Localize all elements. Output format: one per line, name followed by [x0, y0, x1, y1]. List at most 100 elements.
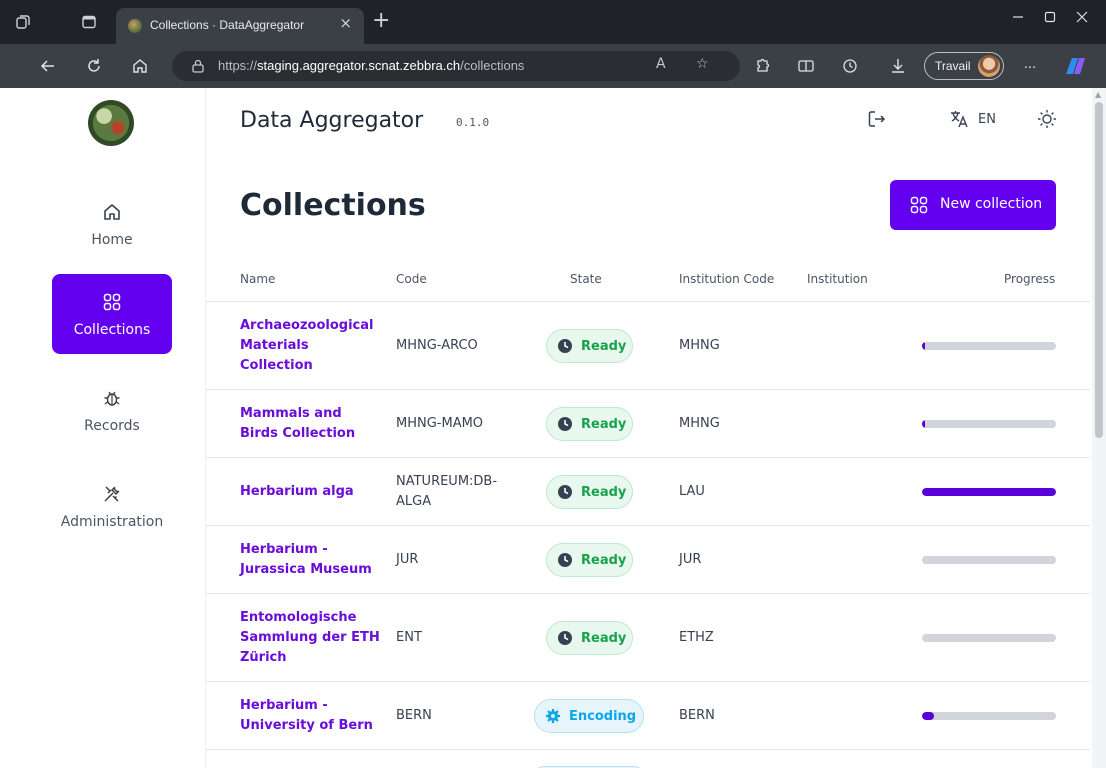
status-badge: Ready — [546, 329, 633, 363]
new-tab-button[interactable]: + — [372, 10, 390, 32]
sidebar: Home Collections Records Administration — [0, 88, 206, 768]
table-row[interactable]: Archaeozoological Materials Collection M… — [206, 302, 1090, 390]
url-text: https://staging.aggregator.scnat.zebbra.… — [218, 58, 525, 73]
collection-name-link[interactable]: Herbarium - Jurassica Museum — [240, 540, 380, 580]
back-icon[interactable] — [38, 56, 58, 76]
extensions-icon[interactable] — [752, 56, 772, 76]
institution-code: ETHZ — [679, 630, 714, 645]
institution-code: MHNG — [679, 416, 720, 431]
gear-icon — [546, 709, 560, 723]
progress-fill — [922, 420, 925, 428]
bug-icon — [104, 391, 120, 406]
column-header-institution[interactable]: Institution — [807, 272, 868, 286]
collection-code: MHNG-ARCO — [396, 338, 478, 353]
tools-icon — [104, 486, 120, 502]
progress-fill — [922, 342, 925, 350]
profile-label: Travail — [935, 59, 971, 73]
table-row[interactable]: Mammals and Birds Collection MHNG-MAMO R… — [206, 390, 1090, 458]
progress-bar — [922, 634, 1056, 642]
app-logo[interactable] — [88, 100, 134, 146]
favorite-star-icon[interactable]: ☆ — [696, 57, 709, 71]
institution-code: BERN — [679, 708, 715, 723]
sidebar-item-home[interactable]: Home — [52, 184, 172, 264]
status-badge: Ready — [546, 543, 633, 577]
page-title: Collections — [240, 188, 426, 223]
read-aloud-icon[interactable]: A — [656, 57, 666, 71]
grid-icon — [910, 196, 928, 214]
tab-title: Collections · DataAggregator — [150, 18, 305, 32]
progress-bar — [922, 556, 1056, 564]
collection-code: ENT — [396, 630, 422, 645]
minimize-icon[interactable] — [1012, 10, 1024, 26]
sidebar-item-label: Administration — [60, 514, 164, 530]
sidebar-item-administration[interactable]: Administration — [46, 466, 178, 546]
profile-button[interactable]: Travail — [924, 52, 1004, 80]
tab-actions-icon[interactable] — [80, 13, 98, 31]
new-collection-button[interactable]: New collection — [890, 180, 1056, 230]
column-header-institution-code[interactable]: Institution Code — [679, 272, 774, 286]
split-screen-icon[interactable] — [796, 56, 816, 76]
progress-fill — [922, 488, 1056, 496]
logout-icon[interactable] — [866, 108, 888, 130]
close-window-icon[interactable] — [1076, 10, 1088, 26]
sidebar-item-label: Records — [84, 418, 140, 434]
institution-code: MHNG — [679, 338, 720, 353]
sidebar-item-label: Collections — [73, 322, 151, 338]
table-row[interactable]: Herbarium - University of Bern BERN Enco… — [206, 682, 1090, 750]
status-badge: Ready — [546, 475, 633, 509]
collection-code: JUR — [396, 552, 419, 567]
url-bar[interactable]: https://staging.aggregator.scnat.zebbra.… — [172, 51, 740, 81]
favicon-icon — [128, 19, 142, 33]
status-badge: Ready — [546, 407, 633, 441]
collection-name-link[interactable]: Mammals and Birds Collection — [240, 404, 380, 444]
column-header-name[interactable]: Name — [240, 272, 275, 286]
sidebar-item-records[interactable]: Records — [52, 370, 172, 450]
progress-fill — [922, 712, 935, 720]
home-browser-icon[interactable] — [130, 56, 150, 76]
scroll-up-icon[interactable]: ▲ — [1095, 90, 1101, 99]
collection-name-link[interactable]: Entomologische Sammlung der ETH Zürich — [240, 608, 380, 668]
column-header-progress[interactable]: Progress — [1004, 272, 1055, 286]
language-switch[interactable]: EN — [978, 112, 996, 127]
app-title: Data Aggregator — [240, 108, 424, 133]
table-row[interactable]: Entomologische Sammlung der ETH Zürich E… — [206, 594, 1090, 682]
new-collection-label: New collection — [940, 196, 1043, 212]
institution-code: LAU — [679, 484, 705, 499]
clock-icon — [558, 485, 572, 499]
column-header-state[interactable]: State — [570, 272, 602, 286]
copilot-icon[interactable] — [1062, 54, 1088, 78]
table-header: Name Code State Institution Code Institu… — [206, 256, 1090, 302]
translate-icon[interactable] — [948, 108, 970, 130]
clock-icon — [558, 417, 572, 431]
column-header-code[interactable]: Code — [396, 272, 427, 286]
downloads-icon[interactable] — [888, 56, 908, 76]
scroll-thumb[interactable] — [1095, 102, 1103, 438]
maximize-icon[interactable] — [1044, 10, 1056, 26]
workspaces-icon[interactable] — [14, 13, 32, 31]
progress-bar — [922, 420, 1056, 428]
theme-toggle-icon[interactable] — [1036, 108, 1058, 130]
home-icon — [104, 204, 120, 220]
collection-code: BERN — [396, 708, 432, 723]
table-row[interactable]: Herbarium alga NATUREUM:DB-ALGA Ready LA… — [206, 458, 1090, 526]
table-row[interactable]: Herbarium - Jurassica Museum JUR Ready J… — [206, 526, 1090, 594]
history-icon[interactable] — [840, 56, 860, 76]
browser-tab-active[interactable]: Collections · DataAggregator × — [116, 8, 364, 44]
collection-name-link[interactable]: Herbarium - University of Bern — [240, 696, 380, 736]
table-row[interactable] — [206, 750, 1090, 768]
lock-icon — [192, 59, 204, 73]
profile-avatar — [978, 55, 1000, 77]
browser-toolbar: https://staging.aggregator.scnat.zebbra.… — [0, 44, 1106, 88]
institution-code: JUR — [679, 552, 702, 567]
sidebar-item-collections[interactable]: Collections — [52, 274, 172, 354]
tab-close-icon[interactable]: × — [339, 16, 352, 31]
collection-code: MHNG-MAMO — [396, 416, 484, 431]
more-menu-icon[interactable]: ··· — [1020, 58, 1040, 78]
page-scrollbar[interactable]: ▲ — [1092, 88, 1106, 768]
collection-name-link[interactable]: Herbarium alga — [240, 482, 380, 502]
collection-name-link[interactable]: Archaeozoological Materials Collection — [240, 316, 380, 376]
app-root: Home Collections Records Administration … — [0, 88, 1106, 768]
app-version: 0.1.0 — [456, 116, 490, 129]
refresh-icon[interactable] — [84, 56, 104, 76]
status-badge: Ready — [546, 621, 633, 655]
